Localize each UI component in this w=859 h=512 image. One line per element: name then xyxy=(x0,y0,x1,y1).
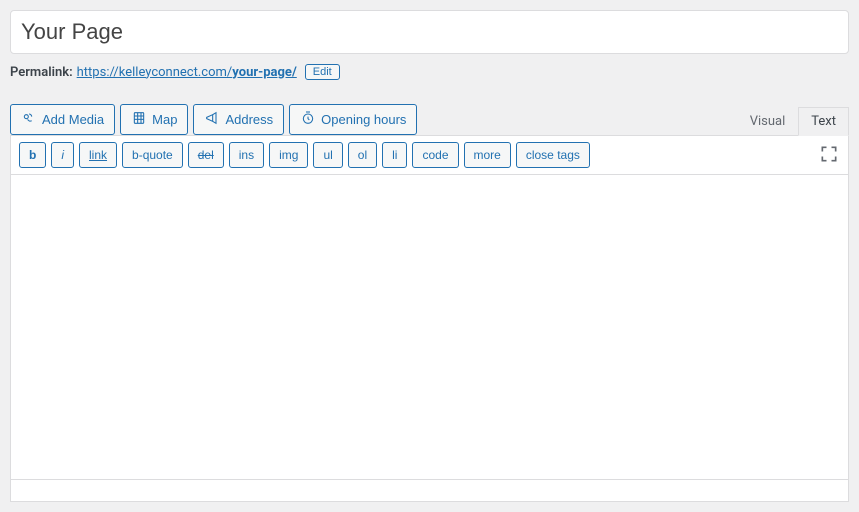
permalink-row: Permalink: https://kelleyconnect.com/you… xyxy=(10,64,849,80)
fullscreen-icon xyxy=(819,144,839,164)
opening-hours-label: Opening hours xyxy=(321,112,406,127)
qt-blockquote-button[interactable]: b-quote xyxy=(122,142,183,168)
qt-italic-button[interactable]: i xyxy=(51,142,74,168)
qt-ins-button[interactable]: ins xyxy=(229,142,264,168)
permalink-link[interactable]: https://kelleyconnect.com/your-page/ xyxy=(77,65,297,80)
editor-statusbar xyxy=(10,480,849,502)
qt-ul-button[interactable]: ul xyxy=(313,142,342,168)
permalink-slug: your-page/ xyxy=(232,65,297,80)
content-textarea[interactable] xyxy=(11,175,848,475)
address-button[interactable]: Address xyxy=(193,104,284,135)
fullscreen-button[interactable] xyxy=(818,144,840,166)
qt-del-button[interactable]: del xyxy=(188,142,224,168)
qt-code-button[interactable]: code xyxy=(412,142,458,168)
qt-more-button[interactable]: more xyxy=(464,142,511,168)
qt-ol-button[interactable]: ol xyxy=(348,142,377,168)
address-label: Address xyxy=(225,112,273,127)
qt-img-button[interactable]: img xyxy=(269,142,308,168)
qt-closetags-button[interactable]: close tags xyxy=(516,142,590,168)
tab-visual[interactable]: Visual xyxy=(737,107,799,136)
add-media-button[interactable]: Add Media xyxy=(10,104,115,135)
quicktags-toolbar: b i link b-quote del ins img ul ol li co… xyxy=(11,136,848,175)
qt-bold-button[interactable]: b xyxy=(19,142,46,168)
post-title-input[interactable] xyxy=(10,10,849,54)
map-icon xyxy=(131,110,147,129)
clock-icon xyxy=(300,110,316,129)
permalink-base: https://kelleyconnect.com/ xyxy=(77,65,233,80)
qt-link-button[interactable]: link xyxy=(79,142,117,168)
media-buttons-row: Add Media Map Address Opening hours Visu… xyxy=(10,104,849,135)
permalink-label: Permalink: xyxy=(10,65,73,80)
opening-hours-button[interactable]: Opening hours xyxy=(289,104,417,135)
permalink-edit-button[interactable]: Edit xyxy=(305,64,340,80)
tab-text[interactable]: Text xyxy=(798,107,849,136)
map-button[interactable]: Map xyxy=(120,104,188,135)
media-icon xyxy=(21,110,37,129)
editor-container: b i link b-quote del ins img ul ol li co… xyxy=(10,135,849,480)
map-label: Map xyxy=(152,112,177,127)
qt-li-button[interactable]: li xyxy=(382,142,407,168)
editor-tabs: Visual Text xyxy=(737,107,849,136)
megaphone-icon xyxy=(204,110,220,129)
add-media-label: Add Media xyxy=(42,112,104,127)
